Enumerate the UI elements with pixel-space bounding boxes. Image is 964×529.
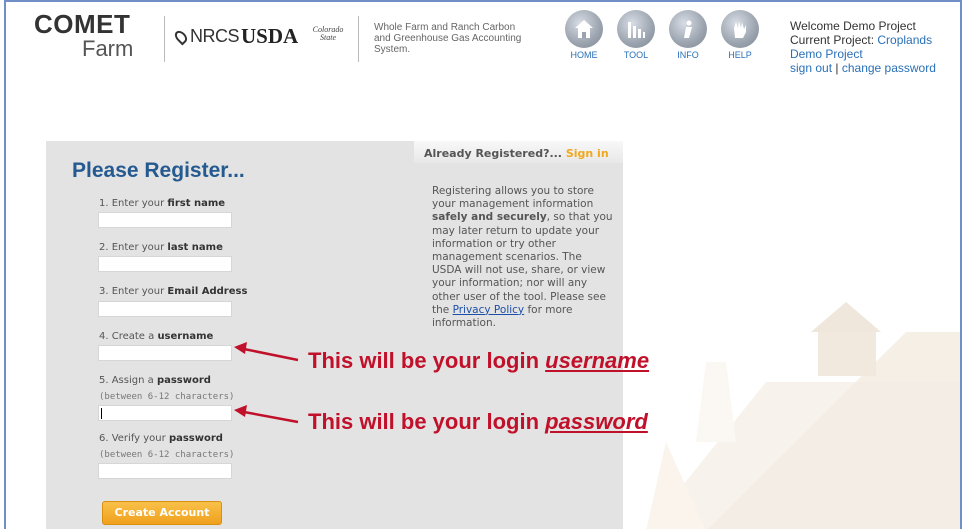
- annotation-text: This will be your login: [308, 409, 546, 434]
- password-annotation: This will be your login password: [308, 409, 648, 435]
- page-frame: COMET Farm NRCS USDA Colorado State Whol…: [4, 0, 962, 529]
- annotation-arrows: [234, 342, 299, 424]
- annotation-text: This will be your login: [308, 348, 546, 373]
- username-annotation: This will be your login username: [308, 348, 649, 374]
- annotation-emphasis: username: [545, 348, 650, 373]
- annotation-emphasis: password: [545, 409, 648, 434]
